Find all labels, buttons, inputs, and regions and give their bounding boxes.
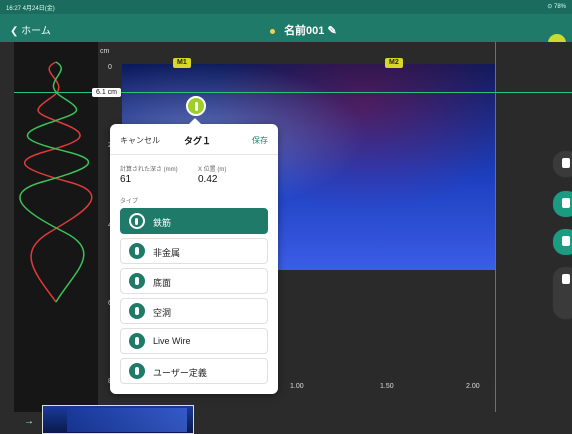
xpos-value: 0.42 bbox=[198, 174, 218, 185]
nonmetal-icon bbox=[129, 243, 145, 259]
bottom-icon bbox=[129, 273, 145, 289]
a-scan-plot bbox=[14, 42, 98, 412]
type-option-label: 空洞 bbox=[153, 308, 172, 318]
popup-title: タグ１ bbox=[184, 136, 212, 146]
type-option-label: ユーザー定義 bbox=[153, 368, 207, 378]
back-label: ホーム bbox=[21, 26, 51, 37]
live-wire-icon bbox=[129, 333, 145, 349]
tag-popup: キャンセル タグ１ 保存 計算された深さ (mm) X 位置 (m) 61 0.… bbox=[110, 118, 278, 394]
type-option-label: 鉄筋 bbox=[153, 218, 172, 228]
xpos-label: X 位置 (m) bbox=[198, 167, 227, 173]
back-button[interactable]: ❮ ホーム bbox=[10, 22, 51, 37]
trash-icon bbox=[562, 158, 570, 168]
pause-button[interactable] bbox=[552, 190, 572, 218]
save-button[interactable]: 保存 bbox=[252, 135, 268, 146]
type-option-live-wire[interactable]: Live Wire bbox=[120, 328, 268, 354]
y-tick: 0 bbox=[108, 64, 112, 71]
cursor-depth-label: 6.1 cm bbox=[92, 88, 122, 97]
overview-minimap[interactable] bbox=[42, 405, 194, 434]
x-tick: 1.00 bbox=[290, 383, 304, 390]
scan-title[interactable]: 名前001 ✎ bbox=[270, 22, 337, 38]
type-label: タイプ bbox=[120, 199, 139, 205]
scan-title-text: 名前001 bbox=[284, 25, 325, 37]
type-option-label: Live Wire bbox=[153, 336, 191, 346]
user-defined-icon bbox=[129, 363, 145, 379]
status-dot-icon bbox=[270, 28, 275, 34]
cancel-button[interactable]: キャンセル bbox=[120, 135, 160, 146]
type-option-label: 底面 bbox=[153, 278, 172, 288]
split-button[interactable] bbox=[552, 266, 572, 320]
trash-button[interactable] bbox=[552, 150, 572, 178]
type-option-rebar[interactable]: 鉄筋 bbox=[120, 208, 268, 234]
position-cursor-line[interactable] bbox=[495, 42, 496, 412]
type-option-label: 非金属 bbox=[153, 248, 181, 258]
arrow-right-icon: → bbox=[24, 416, 34, 427]
pencil-icon[interactable]: ✎ bbox=[327, 25, 336, 37]
pause-icon bbox=[562, 198, 570, 208]
type-option-nonmetal[interactable]: 非金属 bbox=[120, 238, 268, 264]
y-axis-unit: cm bbox=[100, 48, 110, 55]
void-icon bbox=[129, 303, 145, 319]
top-nav-bar: ❮ ホーム 名前001 ✎ bbox=[0, 14, 572, 52]
stop-icon bbox=[562, 236, 570, 246]
split-icon bbox=[562, 274, 570, 284]
marker-m1[interactable]: M1 bbox=[173, 58, 191, 68]
status-time: 16:27 4月24日(金) bbox=[6, 6, 55, 12]
popup-header: キャンセル タグ１ 保存 bbox=[110, 124, 278, 155]
type-option-void[interactable]: 空洞 bbox=[120, 298, 268, 324]
type-option-user-defined[interactable]: ユーザー定義 bbox=[120, 358, 268, 384]
a-scan-waveform bbox=[19, 61, 93, 303]
minimap-viewport[interactable] bbox=[67, 408, 187, 432]
x-tick: 2.00 bbox=[466, 383, 480, 390]
depth-label: 計算された深さ (mm) bbox=[120, 167, 178, 173]
status-battery: ⊙ 78% bbox=[547, 4, 566, 10]
tag-pin-icon[interactable] bbox=[186, 96, 206, 116]
chevron-left-icon: ❮ bbox=[10, 26, 19, 37]
rebar-icon bbox=[129, 213, 145, 229]
type-option-bottom[interactable]: 底面 bbox=[120, 268, 268, 294]
depth-value: 61 bbox=[120, 174, 132, 185]
x-tick: 1.50 bbox=[380, 383, 394, 390]
stop-button[interactable] bbox=[552, 228, 572, 256]
marker-m2[interactable]: M2 bbox=[385, 58, 403, 68]
status-bar: 16:27 4月24日(金) ⊙ 78% bbox=[0, 0, 572, 14]
